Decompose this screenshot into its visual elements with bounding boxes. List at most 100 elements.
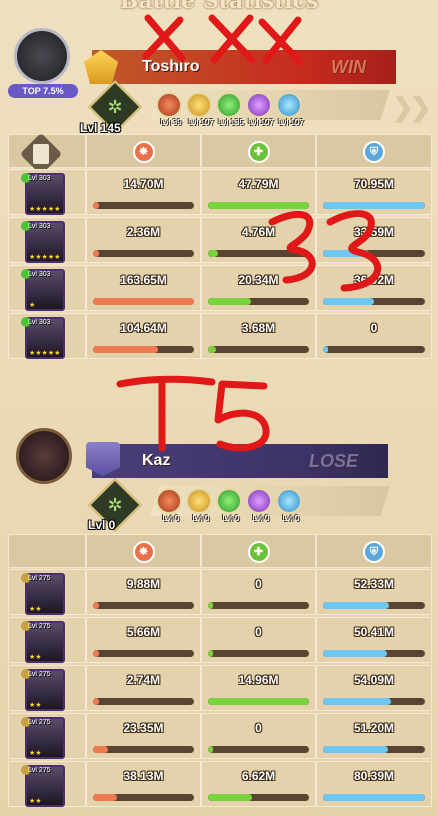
hero-stars: ★ (29, 302, 36, 309)
defense-column-header: ⛨ (316, 134, 432, 168)
hero-cell: Lvl 303 ★★★★★ (8, 217, 86, 263)
table-row: Lvl 303 ★★★★★ 14.70M 47.79M 70.95M (8, 168, 432, 216)
heal-bar (208, 346, 309, 353)
damage-value: 2.36M (126, 225, 161, 239)
winner-avatar[interactable] (14, 28, 70, 84)
heal-bar-fill (208, 794, 253, 801)
hero-portrait[interactable]: Lvl 303 ★★★★★ (21, 317, 65, 359)
heal-bar (208, 650, 309, 657)
defense-value: 51.20M (353, 721, 395, 735)
heal-cell: 4.76M (201, 217, 316, 263)
hero-portrait[interactable]: Lvl 275 ★★ (21, 765, 65, 807)
shield-icon: ⛨ (363, 141, 385, 163)
hero-portrait[interactable]: Lvl 303 ★★★★★ (21, 221, 65, 263)
graveborn-icon: Lvl 107 (246, 92, 274, 127)
tree-level: Lvl 145 (80, 121, 121, 135)
heal-value: 4.76M (241, 225, 276, 239)
heal-value: 0 (255, 721, 262, 735)
table-row: Lvl 303 ★ 163.65M 20.34M 36.02M (8, 264, 432, 312)
defense-cell: 0 (316, 313, 432, 359)
defense-bar-fill (323, 746, 389, 753)
table-header: ✸ ✚ ⛨ (8, 534, 432, 568)
heal-cell: 6.62M (201, 761, 316, 807)
heal-value: 20.34M (238, 273, 279, 287)
heal-cell: 0 (201, 713, 316, 759)
hero-level: Lvl 275 (28, 671, 51, 678)
damage-bar (93, 298, 194, 305)
defense-bar-fill (323, 202, 425, 209)
lightbearer-icon: Lvl 39 (156, 92, 182, 127)
hero-level: Lvl 275 (28, 767, 51, 774)
damage-bar (93, 746, 194, 753)
hero-portrait[interactable]: Lvl 275 ★★ (21, 717, 65, 759)
defense-bar (323, 794, 425, 801)
defense-bar (323, 346, 425, 353)
page-title: Battle Statistics (120, 0, 319, 12)
defense-cell: 51.20M (316, 713, 432, 759)
hero-level: Lvl 303 (28, 223, 51, 230)
faction-level: Lvl 0 (192, 514, 210, 523)
battle-statistics-screen: Battle Statistics TOP 7.5% Toshiro WIN ❯… (0, 0, 438, 816)
table-row: Lvl 275 ★★ 23.35M 0 51.20M (8, 712, 432, 760)
faction-level: Lvl 0 (222, 514, 240, 523)
damage-cell: 104.64M (86, 313, 201, 359)
damage-bar-fill (93, 202, 100, 209)
heal-column-header: ✚ (201, 134, 316, 168)
faction-level: Lvl 0 (252, 514, 270, 523)
winner-name: Toshiro (142, 58, 200, 75)
defense-bar-fill (323, 602, 390, 609)
hero-stars: ★★★★★ (29, 254, 61, 261)
damage-cell: 2.36M (86, 217, 201, 263)
table-row: Lvl 303 ★★★★★ 2.36M 4.76M 33.59M (8, 216, 432, 264)
heal-bar (208, 298, 309, 305)
defense-column-header: ⛨ (316, 534, 432, 568)
hero-level: Lvl 303 (28, 319, 51, 326)
winner-name-banner: Toshiro WIN (92, 50, 396, 84)
damage-bar-fill (93, 250, 100, 257)
hero-cell: Lvl 275 ★★ (8, 761, 86, 807)
faction-level: Lvl 39 (160, 118, 182, 127)
damage-cell: 38.13M (86, 761, 201, 807)
heal-cell: 14.96M (201, 665, 316, 711)
hero-stars: ★★ (29, 750, 42, 757)
chevron-decoration-icon: ❯❯ (392, 92, 432, 122)
damage-bar (93, 650, 194, 657)
damage-cell: 14.70M (86, 169, 201, 215)
hero-portrait[interactable]: Lvl 303 ★ (21, 269, 65, 311)
damage-cell: 2.74M (86, 665, 201, 711)
heal-bar-fill (208, 250, 219, 257)
heal-cell: 47.79M (201, 169, 316, 215)
damage-cell: 9.88M (86, 569, 201, 615)
damage-bar-fill (93, 602, 100, 609)
damage-bar (93, 602, 194, 609)
damage-bar (93, 794, 194, 801)
heal-bar-fill (208, 746, 214, 753)
defense-bar (323, 650, 425, 657)
damage-bar (93, 202, 194, 209)
defense-value: 52.33M (353, 577, 395, 591)
table-row: Lvl 275 ★★ 9.88M 0 52.33M (8, 568, 432, 616)
hero-cell: Lvl 303 ★★★★★ (8, 313, 86, 359)
winner-team-header: TOP 7.5% Toshiro WIN ❯❯ ✲ Lvl 145 Lvl 39… (0, 22, 438, 135)
heal-column-header: ✚ (201, 534, 316, 568)
hero-stars: ★★★★★ (29, 206, 61, 213)
celestial-icon: Lvl 107 (276, 92, 304, 127)
hero-stars: ★★ (29, 798, 42, 805)
table-row: Lvl 275 ★★ 38.13M 6.62M 80.39M (8, 760, 432, 808)
heal-icon: ✚ (247, 541, 270, 563)
hero-portrait[interactable]: Lvl 275 ★★ (21, 621, 65, 663)
defense-cell: 50.41M (316, 617, 432, 663)
heal-bar (208, 602, 309, 609)
defense-cell: 36.02M (316, 265, 432, 311)
heal-value: 6.62M (241, 769, 276, 783)
hero-portrait[interactable]: Lvl 303 ★★★★★ (21, 173, 65, 215)
hero-level: Lvl 275 (28, 719, 51, 726)
damage-bar-fill (93, 698, 100, 705)
hero-portrait[interactable]: Lvl 275 ★★ (21, 669, 65, 711)
heal-cell: 20.34M (201, 265, 316, 311)
hero-column-header (8, 534, 86, 568)
damage-bar-fill (93, 298, 194, 305)
hero-portrait[interactable]: Lvl 275 ★★ (21, 573, 65, 615)
hero-cell: Lvl 275 ★★ (8, 617, 86, 663)
loser-avatar[interactable] (16, 428, 72, 484)
